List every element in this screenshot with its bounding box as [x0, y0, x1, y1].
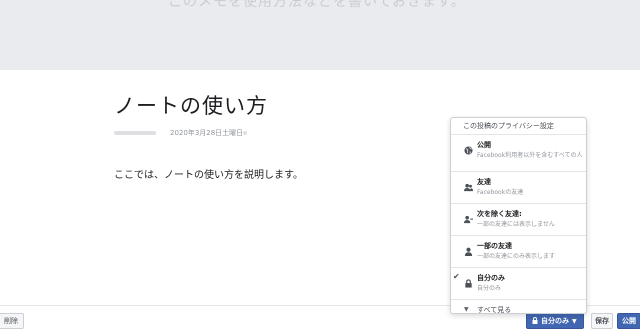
- option-label: 自分のみ: [477, 274, 505, 282]
- note-date: 2020年3月28日土曜日: [170, 129, 244, 137]
- option-description: 自分のみ: [477, 285, 502, 292]
- publish-button[interactable]: 公開: [617, 313, 640, 329]
- privacy-menu: この投稿のプライバシー設定 公開 Facebook利用者以外を含むすべての人 友…: [450, 117, 587, 314]
- privacy-menu-header: この投稿のプライバシー設定: [451, 118, 586, 135]
- privacy-option-friends[interactable]: 友達 Facebookの友達: [451, 172, 586, 204]
- globe-icon: [464, 140, 473, 155]
- option-description: 一部の友達には表示しません: [477, 221, 555, 228]
- privacy-option-friends-except[interactable]: 次を除く友達: 一部の友達には表示しません: [451, 204, 586, 236]
- option-description: Facebook利用者以外を含むすべての人: [477, 152, 583, 159]
- option-description: 一部の友達にのみ表示します: [477, 253, 556, 260]
- option-description: Facebookの友達: [477, 189, 524, 196]
- privacy-option-specific-friends[interactable]: 一部の友達 一部の友達にのみ表示します: [451, 236, 586, 268]
- checkmark-icon: ✔: [453, 272, 460, 281]
- cover-area: このメモを使用方法などを書いておきます。: [0, 0, 640, 70]
- privacy-option-public[interactable]: 公開 Facebook利用者以外を含むすべての人: [451, 135, 586, 172]
- option-label: 公開: [477, 141, 491, 149]
- option-label: 一部の友達: [477, 242, 512, 250]
- friends-icon: [464, 177, 473, 192]
- option-label: 友達: [477, 178, 491, 186]
- author-name: [114, 131, 156, 135]
- delete-button[interactable]: 削除: [0, 313, 24, 329]
- see-all-button[interactable]: ▼ すべて見る: [451, 300, 586, 320]
- cover-text: このメモを使用方法などを書いておきます。: [168, 0, 466, 10]
- separator-dot: [243, 131, 247, 135]
- caret-down-icon: ▼: [464, 306, 469, 313]
- lock-icon: [464, 273, 473, 288]
- privacy-option-only-me[interactable]: ✔ 自分のみ 自分のみ: [451, 268, 586, 300]
- see-all-label: すべて見る: [477, 306, 512, 314]
- note-title[interactable]: ノートの使い方: [114, 90, 268, 120]
- person-icon: [464, 241, 473, 256]
- note-body[interactable]: ここでは、ノートの使い方を説明します。: [114, 166, 303, 181]
- option-label: 次を除く友達:: [477, 210, 522, 218]
- friends-except-icon: [464, 209, 473, 224]
- save-button[interactable]: 保存: [591, 313, 613, 329]
